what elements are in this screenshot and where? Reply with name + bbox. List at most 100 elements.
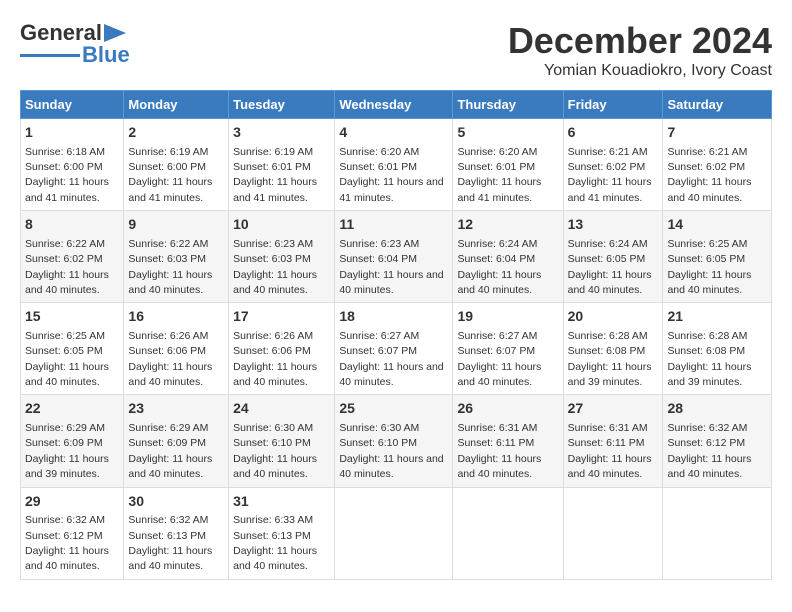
day-number: 27 xyxy=(568,399,659,419)
calendar-week-row: 29 Sunrise: 6:32 AM Sunset: 6:12 PM Dayligh… xyxy=(21,487,772,579)
day-number: 23 xyxy=(128,399,224,419)
sunrise-text: Sunrise: 6:30 AM xyxy=(233,422,313,434)
sunset-text: Sunset: 6:03 PM xyxy=(233,253,311,265)
sunrise-text: Sunrise: 6:33 AM xyxy=(233,514,313,526)
day-number: 19 xyxy=(457,307,558,327)
sunset-text: Sunset: 6:06 PM xyxy=(128,345,206,357)
sunrise-text: Sunrise: 6:32 AM xyxy=(25,514,105,526)
daylight-text: Daylight: 11 hours and 40 minutes. xyxy=(128,453,212,480)
day-number: 30 xyxy=(128,492,224,512)
calendar-week-row: 1Sunrise: 6:18 AMSunset: 6:00 PMDaylight… xyxy=(21,119,772,211)
sunrise-text: Sunrise: 6:20 AM xyxy=(457,146,537,158)
day-number: 21 xyxy=(667,307,767,327)
sunrise-text: Sunrise: 6:31 AM xyxy=(568,422,648,434)
sunrise-text: Sunrise: 6:26 AM xyxy=(233,330,313,342)
daylight-text: Daylight: 11 hours and 39 minutes. xyxy=(568,361,652,388)
daylight-text: Daylight: 11 hours and 40 minutes. xyxy=(457,269,541,296)
day-number: 1 xyxy=(25,123,119,143)
title-block: December 2024 Yomian Kouadiokro, Ivory C… xyxy=(508,20,772,80)
sunset-text: Sunset: 6:02 PM xyxy=(667,161,745,173)
day-number: 11 xyxy=(339,215,448,235)
daylight-text: Daylight: 11 hours and 40 minutes. xyxy=(667,453,751,480)
sunset-text: Sunset: 6:01 PM xyxy=(457,161,535,173)
day-number: 25 xyxy=(339,399,448,419)
sunset-text: Sunset: 6:06 PM xyxy=(233,345,311,357)
day-number: 18 xyxy=(339,307,448,327)
sunset-text: Sunset: 6:07 PM xyxy=(457,345,535,357)
daylight-text: Daylight: 11 hours and 40 minutes. xyxy=(233,545,317,572)
calendar-day-header: Tuesday xyxy=(229,91,335,119)
daylight-text: Daylight: 11 hours and 41 minutes. xyxy=(233,176,317,203)
sunrise-text: Sunrise: 6:27 AM xyxy=(339,330,419,342)
day-number: 28 xyxy=(667,399,767,419)
calendar-cell: 19Sunrise: 6:27 AMSunset: 6:07 PMDayligh… xyxy=(453,303,563,395)
sunrise-text: Sunrise: 6:21 AM xyxy=(667,146,747,158)
sunrise-text: Sunrise: 6:20 AM xyxy=(339,146,419,158)
calendar-cell: 2Sunrise: 6:19 AMSunset: 6:00 PMDaylight… xyxy=(124,119,229,211)
daylight-text: Daylight: 11 hours and 41 minutes. xyxy=(568,176,652,203)
daylight-text: Daylight: 11 hours and 39 minutes. xyxy=(25,453,109,480)
calendar-cell xyxy=(335,487,453,579)
sunrise-text: Sunrise: 6:29 AM xyxy=(128,422,208,434)
sunrise-text: Sunrise: 6:21 AM xyxy=(568,146,648,158)
sunrise-text: Sunrise: 6:19 AM xyxy=(128,146,208,158)
day-number: 29 xyxy=(25,492,119,512)
calendar-cell: 8Sunrise: 6:22 AMSunset: 6:02 PMDaylight… xyxy=(21,211,124,303)
sunset-text: Sunset: 6:11 PM xyxy=(457,437,534,449)
sunset-text: Sunset: 6:05 PM xyxy=(568,253,646,265)
calendar-cell: 3Sunrise: 6:19 AMSunset: 6:01 PMDaylight… xyxy=(229,119,335,211)
calendar-cell: 24Sunrise: 6:30 AMSunset: 6:10 PMDayligh… xyxy=(229,395,335,487)
calendar-day-header: Saturday xyxy=(663,91,772,119)
calendar-week-row: 8Sunrise: 6:22 AMSunset: 6:02 PMDaylight… xyxy=(21,211,772,303)
sunrise-text: Sunrise: 6:30 AM xyxy=(339,422,419,434)
calendar-header-row: SundayMondayTuesdayWednesdayThursdayFrid… xyxy=(21,91,772,119)
calendar-cell: 9Sunrise: 6:22 AMSunset: 6:03 PMDaylight… xyxy=(124,211,229,303)
sunrise-text: Sunrise: 6:22 AM xyxy=(25,238,105,250)
calendar-cell: 15Sunrise: 6:25 AMSunset: 6:05 PMDayligh… xyxy=(21,303,124,395)
day-number: 15 xyxy=(25,307,119,327)
daylight-text: Daylight: 11 hours and 40 minutes. xyxy=(667,269,751,296)
day-number: 24 xyxy=(233,399,330,419)
calendar-cell: 1Sunrise: 6:18 AMSunset: 6:00 PMDaylight… xyxy=(21,119,124,211)
calendar-subtitle: Yomian Kouadiokro, Ivory Coast xyxy=(508,62,772,80)
sunset-text: Sunset: 6:10 PM xyxy=(233,437,311,449)
sunrise-text: Sunrise: 6:31 AM xyxy=(457,422,537,434)
daylight-text: Daylight: 11 hours and 40 minutes. xyxy=(128,361,212,388)
logo-arrow-icon xyxy=(104,24,126,42)
sunrise-text: Sunrise: 6:26 AM xyxy=(128,330,208,342)
day-number: 26 xyxy=(457,399,558,419)
day-number: 6 xyxy=(568,123,659,143)
calendar-cell: 13Sunrise: 6:24 AMSunset: 6:05 PMDayligh… xyxy=(563,211,663,303)
calendar-cell: 11Sunrise: 6:23 AMSunset: 6:04 PMDayligh… xyxy=(335,211,453,303)
sunset-text: Sunset: 6:12 PM xyxy=(25,530,103,542)
calendar-cell: 5Sunrise: 6:20 AMSunset: 6:01 PMDaylight… xyxy=(453,119,563,211)
daylight-text: Daylight: 11 hours and 40 minutes. xyxy=(128,269,212,296)
daylight-text: Daylight: 11 hours and 40 minutes. xyxy=(128,545,212,572)
sunrise-text: Sunrise: 6:32 AM xyxy=(128,514,208,526)
daylight-text: Daylight: 11 hours and 39 minutes. xyxy=(667,361,751,388)
calendar-cell: 20Sunrise: 6:28 AMSunset: 6:08 PMDayligh… xyxy=(563,303,663,395)
daylight-text: Daylight: 11 hours and 40 minutes. xyxy=(457,453,541,480)
sunset-text: Sunset: 6:05 PM xyxy=(667,253,745,265)
sunset-text: Sunset: 6:01 PM xyxy=(339,161,417,173)
daylight-text: Daylight: 11 hours and 40 minutes. xyxy=(339,269,443,296)
daylight-text: Daylight: 11 hours and 40 minutes. xyxy=(568,453,652,480)
daylight-text: Daylight: 11 hours and 40 minutes. xyxy=(25,361,109,388)
calendar-cell: 4Sunrise: 6:20 AMSunset: 6:01 PMDaylight… xyxy=(335,119,453,211)
day-number: 20 xyxy=(568,307,659,327)
sunset-text: Sunset: 6:08 PM xyxy=(667,345,745,357)
calendar-cell: 23Sunrise: 6:29 AMSunset: 6:09 PMDayligh… xyxy=(124,395,229,487)
sunset-text: Sunset: 6:04 PM xyxy=(339,253,417,265)
daylight-text: Daylight: 11 hours and 40 minutes. xyxy=(233,269,317,296)
day-number: 14 xyxy=(667,215,767,235)
calendar-cell: 17Sunrise: 6:26 AMSunset: 6:06 PMDayligh… xyxy=(229,303,335,395)
calendar-cell: 14Sunrise: 6:25 AMSunset: 6:05 PMDayligh… xyxy=(663,211,772,303)
sunrise-text: Sunrise: 6:19 AM xyxy=(233,146,313,158)
calendar-cell: 21Sunrise: 6:28 AMSunset: 6:08 PMDayligh… xyxy=(663,303,772,395)
sunset-text: Sunset: 6:12 PM xyxy=(667,437,745,449)
daylight-text: Daylight: 11 hours and 41 minutes. xyxy=(339,176,443,203)
calendar-day-header: Sunday xyxy=(21,91,124,119)
calendar-cell: 29Sunrise: 6:32 AMSunset: 6:12 PMDayligh… xyxy=(21,487,124,579)
calendar-day-header: Thursday xyxy=(453,91,563,119)
sunrise-text: Sunrise: 6:24 AM xyxy=(568,238,648,250)
